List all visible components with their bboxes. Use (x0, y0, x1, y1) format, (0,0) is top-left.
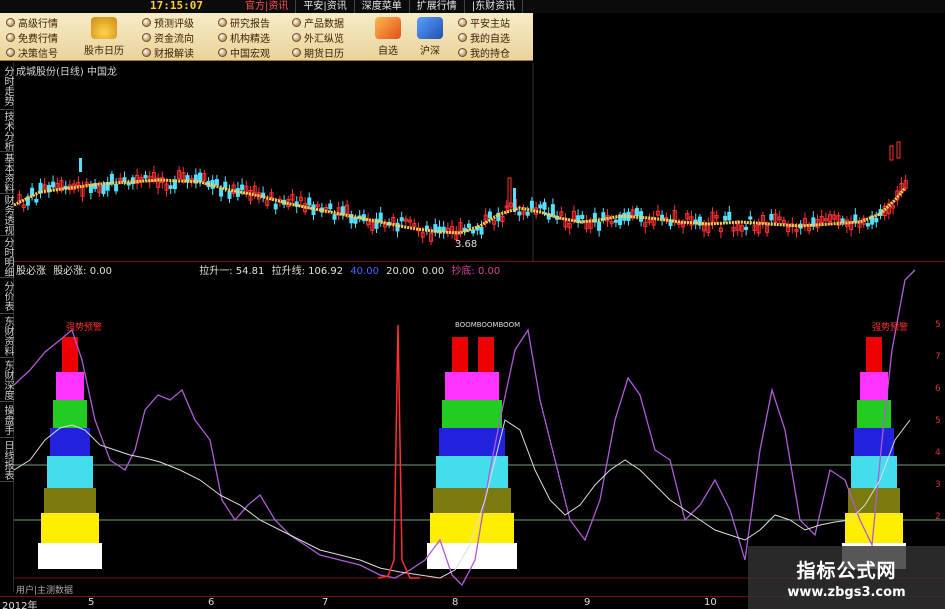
candle-body (542, 202, 547, 210)
signal-block (41, 513, 99, 543)
x-tick-label: 7 (322, 597, 329, 608)
level-40: 40.00 (350, 266, 379, 277)
candle-body (240, 184, 245, 191)
candle-body (865, 223, 870, 227)
candle-body (227, 190, 232, 199)
signal-block (56, 372, 84, 400)
candle-body (332, 214, 337, 220)
candle-body (198, 172, 203, 183)
candle-body (748, 216, 753, 220)
candle-body (101, 184, 106, 195)
right-scale-label: 2 (935, 512, 941, 522)
x-tick-label: 9 (584, 597, 591, 608)
signal-block (50, 428, 90, 456)
signal-block (436, 456, 508, 488)
watermark-url: www.zbgs3.com (787, 584, 906, 600)
candle-body (634, 208, 639, 217)
candle-body (143, 174, 148, 179)
candle-body (214, 179, 219, 186)
candle-body (597, 221, 602, 231)
signal-block (442, 400, 502, 428)
candle-body (79, 158, 82, 172)
lift-line-value: 拉升线: 106.92 (271, 266, 344, 277)
candle-body (114, 184, 119, 192)
indicator-header: 股必涨 股必涨: 0.00 拉升一: 54.81 拉升线: 106.92 40.… (16, 262, 504, 277)
right-scale-label: 4 (935, 448, 941, 458)
indicator-name: 股必涨 (16, 266, 46, 277)
candle-body (550, 204, 555, 215)
indicator-value: 股必涨: 0.00 (53, 266, 113, 277)
signal-block (53, 400, 87, 428)
candle-body (378, 212, 383, 222)
candle-body (896, 141, 901, 159)
candle-body (487, 211, 492, 219)
candle-body (273, 203, 278, 210)
right-scale-label: 5 (935, 416, 941, 426)
signal-block (860, 372, 888, 400)
candle-body (744, 226, 749, 231)
spike-line (377, 324, 420, 579)
x-tick-label: 8 (452, 597, 459, 608)
candle-body (538, 204, 543, 209)
x-tick-label: 10 (704, 597, 717, 608)
signal-block (866, 337, 882, 372)
x-tick-label: 2012年 (2, 601, 38, 609)
candle-body (328, 203, 333, 210)
watermark: 指标公式网 www.zbgs3.com (748, 546, 945, 609)
candle-body (529, 200, 534, 209)
candle-body (471, 229, 476, 234)
x-tick-label: 5 (88, 597, 95, 608)
candle-body (466, 223, 471, 228)
level-20: 20.00 (386, 266, 415, 277)
candle-body (727, 211, 732, 221)
chart-canvas (13, 63, 945, 587)
signal-block (47, 456, 93, 488)
candle-body (525, 211, 530, 216)
alert-mid: BOOMBOOMBOOM (455, 321, 521, 329)
candlesticks (17, 141, 908, 246)
bottom-value: 抄底: 0.00 (451, 266, 501, 277)
signal-block (433, 488, 511, 513)
candle-body (479, 226, 484, 235)
candle-body (34, 199, 39, 203)
candle-body (723, 215, 728, 221)
signal-block (445, 372, 499, 400)
level-0: 0.00 (421, 266, 445, 277)
candle-body (168, 185, 173, 189)
watermark-title: 指标公式网 (796, 559, 897, 582)
strong-alert-right: 强势预警 (872, 323, 909, 333)
strong-alert-left: 强势预警 (66, 323, 103, 333)
candle-body (51, 181, 56, 188)
right-scale-label: 6 (935, 384, 941, 394)
signal-block (854, 428, 894, 456)
candle-body (769, 213, 774, 221)
signal-block (478, 337, 494, 372)
signal-block (452, 337, 468, 372)
low-price-label: 3.68 (455, 239, 478, 250)
bottom-tab[interactable]: 用户|主测数据 (16, 583, 73, 596)
signal-blocks (38, 337, 906, 569)
signal-block (38, 543, 102, 569)
candle-body (307, 197, 312, 206)
right-scale-label: 3 (935, 480, 941, 490)
right-scale-label: 5 (935, 320, 941, 330)
signal-block (44, 488, 96, 513)
signal-block (851, 456, 897, 488)
candle-body (517, 211, 522, 216)
candle-body (874, 217, 879, 223)
right-scale-label: 7 (935, 352, 941, 362)
candle-body (580, 214, 585, 220)
x-tick-label: 6 (208, 597, 215, 608)
candle-body (399, 217, 404, 222)
candle-body (223, 181, 228, 188)
lift1-value: 拉升一: 54.81 (199, 266, 265, 277)
candle-body (613, 219, 618, 223)
candle-body (889, 145, 894, 161)
